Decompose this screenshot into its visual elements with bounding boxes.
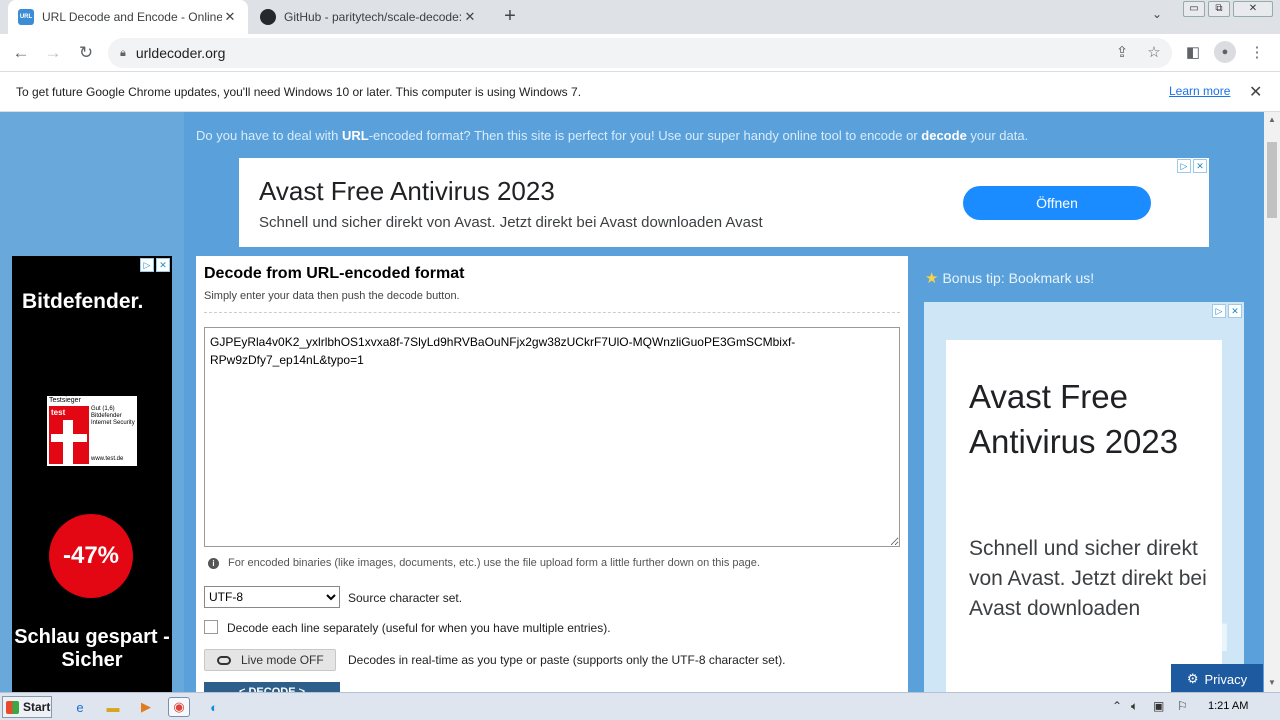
profile-avatar-icon[interactable]: ● (1214, 41, 1236, 63)
ad-headline: Avast Free Antivirus 2023 (259, 176, 555, 206)
edge-icon[interactable]: ◐ (203, 697, 225, 717)
address-url: urldecoder.org (135, 45, 226, 61)
ad-subtext: Schnell und sicher direkt von Avast. Jet… (259, 214, 763, 231)
windows-logo-icon (6, 700, 19, 714)
left-ad-bitdefender[interactable]: Bitdefender. Testsieger test Gut (1,6) B… (12, 256, 172, 692)
scroll-up-icon[interactable]: ▲ (1268, 115, 1276, 124)
browser-window: URL URL Decode and Encode - Online ✕ Git… (0, 0, 1280, 720)
live-mode-toggle[interactable]: Live mode OFF (204, 649, 336, 671)
action-center-flag-icon[interactable]: ⚐ (1177, 699, 1188, 713)
adchoices-icon[interactable]: ▷ (1177, 159, 1191, 173)
side-panel-icon[interactable]: ◧ (1182, 42, 1204, 64)
live-mode-description: Decodes in real-time as you type or past… (348, 653, 786, 667)
ad-close-icon[interactable]: ✕ (1228, 304, 1242, 318)
start-button[interactable]: Start (2, 696, 52, 718)
star-icon: ★ (925, 270, 939, 287)
forward-button[interactable]: → (42, 42, 64, 64)
windows-taskbar: Start e ▬ ▶ ◉ ◐ ⌃ 🔈︎ ▣ ⚐ 1:21 AM (0, 692, 1280, 720)
decode-each-line-label: Decode each line separately (useful for … (227, 621, 611, 635)
chrome-icon[interactable]: ◉ (168, 697, 190, 717)
update-infobar: To get future Google Chrome updates, you… (0, 72, 1280, 112)
explorer-folder-icon[interactable]: ▬ (102, 697, 124, 717)
lock-icon: 🔒︎ (120, 46, 126, 59)
clock[interactable]: 1:21 AM (1208, 700, 1248, 712)
github-icon (260, 9, 276, 25)
ad-subtext: Schnell und sicher direkt von Avast. Jet… (969, 537, 1207, 620)
tab-search-icon[interactable]: ⌄ (1152, 7, 1162, 21)
charset-select[interactable]: UTF-8 (204, 586, 340, 608)
restore-button[interactable]: ⧉ (1208, 1, 1230, 17)
info-note: i For encoded binaries (like images, doc… (208, 557, 760, 569)
decode-subtitle: Simply enter your data then push the dec… (204, 290, 460, 302)
volume-icon[interactable]: 🔈︎ (1131, 699, 1138, 714)
tab-strip: URL URL Decode and Encode - Online ✕ Git… (0, 0, 1280, 34)
decode-button[interactable]: < DECODE > (204, 682, 340, 692)
info-icon: i (208, 557, 219, 569)
adchoices-icon[interactable]: ▷ (1212, 304, 1226, 318)
divider (204, 312, 900, 313)
url-favicon-icon: URL (18, 9, 34, 25)
tray-expand-icon[interactable]: ⌃ (1112, 699, 1122, 713)
scroll-thumb[interactable] (1267, 142, 1277, 218)
page-scrollbar[interactable]: ▲ ▼ (1264, 112, 1280, 692)
media-player-icon[interactable]: ▶ (135, 697, 157, 717)
bonus-tip: ★ Bonus tip: Bookmark us! (925, 270, 1095, 287)
decode-each-line-checkbox[interactable] (204, 620, 218, 634)
close-infobar-icon[interactable]: ✕ (1249, 82, 1262, 102)
ad-slogan: Schlau gespart - Sicher (14, 626, 170, 671)
ad-close-icon[interactable]: ✕ (1193, 159, 1207, 173)
adchoices-icon[interactable]: ▷ (140, 258, 154, 272)
gear-icon: ⚙ (1186, 671, 1199, 686)
address-bar[interactable]: 🔒︎ urldecoder.org (108, 38, 1172, 68)
ie-icon[interactable]: e (69, 697, 91, 717)
encoded-input[interactable]: GJPEyRla4v0K2_yxlrlbhOS1xvxa8f-7SlyLd9hR… (204, 327, 900, 547)
back-button[interactable]: ← (10, 42, 32, 64)
share-icon[interactable]: ⇪ (1111, 42, 1133, 64)
ad-headline: Avast Free Antivirus 2023 (969, 378, 1179, 460)
scroll-down-icon[interactable]: ▼ (1268, 678, 1276, 687)
decode-title: Decode from URL-encoded format (204, 265, 465, 282)
web-page: Do you have to deal with URL-encoded for… (0, 112, 1264, 692)
ad-open-button[interactable]: Öffnen (963, 186, 1151, 220)
bookmark-star-icon[interactable]: ☆ (1143, 42, 1165, 64)
test-badge: Testsieger test Gut (1,6) Bitdefender In… (47, 396, 137, 466)
anyrun-watermark: ANY RUN (1036, 616, 1232, 660)
infobar-message: To get future Google Chrome updates, you… (16, 84, 582, 99)
close-tab-icon[interactable]: ✕ (462, 9, 478, 25)
decode-card: Decode from URL-encoded format Simply en… (196, 256, 908, 692)
reload-button[interactable]: ↻ (75, 42, 97, 64)
test-logo-icon: test (49, 406, 89, 464)
privacy-button[interactable]: ⚙ Privacy (1171, 664, 1263, 692)
minimize-button[interactable]: ▭ (1183, 1, 1205, 17)
tab-title: URL Decode and Encode - Online (42, 10, 222, 24)
ad-close-icon[interactable]: ✕ (156, 258, 170, 272)
tab-urldecoder[interactable]: URL URL Decode and Encode - Online ✕ (8, 0, 248, 34)
close-tab-icon[interactable]: ✕ (222, 9, 238, 25)
browser-toolbar: ← → ↻ 🔒︎ urldecoder.org ⇪ ☆ ◧ ⋮ (0, 34, 1280, 72)
tab-title: GitHub - paritytech/scale-decode: De (284, 10, 462, 24)
site-tagline: Do you have to deal with URL-encoded for… (196, 128, 1029, 143)
network-icon[interactable]: ▣ (1153, 699, 1164, 713)
toggle-icon (217, 655, 231, 665)
ad-brand: Bitdefender. (22, 290, 144, 313)
tab-github[interactable]: GitHub - paritytech/scale-decode: De ✕ (250, 0, 488, 34)
close-window-button[interactable]: ✕ (1233, 1, 1273, 17)
new-tab-button[interactable]: + (498, 5, 522, 29)
top-ad-banner[interactable]: Avast Free Antivirus 2023 Schnell und si… (239, 158, 1209, 247)
learn-more-link[interactable]: Learn more (1169, 84, 1230, 98)
discount-badge: -47% (49, 514, 133, 598)
charset-label: Source character set. (348, 591, 463, 605)
menu-icon[interactable]: ⋮ (1246, 42, 1268, 64)
